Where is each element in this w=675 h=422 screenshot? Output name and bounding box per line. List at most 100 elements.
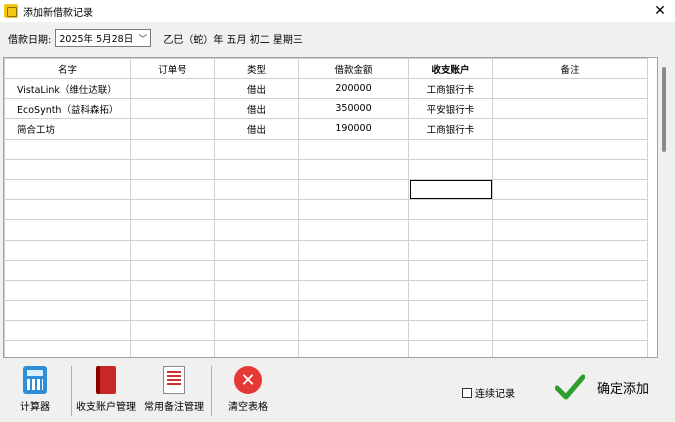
- table-cell[interactable]: [4, 138, 131, 160]
- table-cell[interactable]: [214, 178, 299, 201]
- table-cell[interactable]: [298, 340, 409, 357]
- table-cell[interactable]: [130, 340, 215, 357]
- table-row[interactable]: [4, 219, 648, 241]
- table-row[interactable]: [4, 178, 648, 201]
- table-cell[interactable]: [214, 320, 299, 342]
- column-header[interactable]: 收支账户: [408, 58, 493, 79]
- table-cell[interactable]: [298, 158, 409, 180]
- notes-manage-button[interactable]: 常用备注管理: [144, 366, 204, 413]
- close-button[interactable]: ✕: [645, 0, 675, 22]
- continuous-record-toggle[interactable]: 连续记录: [462, 385, 515, 400]
- column-header[interactable]: 借款金额: [298, 58, 409, 79]
- table-cell[interactable]: [408, 178, 493, 201]
- table-cell[interactable]: [408, 239, 493, 261]
- continuous-record-checkbox[interactable]: [462, 387, 472, 398]
- chevron-down-icon[interactable]: ﹀: [138, 32, 147, 45]
- table-cell[interactable]: [214, 300, 299, 322]
- table-row[interactable]: [4, 138, 648, 160]
- table-cell[interactable]: [130, 300, 215, 322]
- table-cell[interactable]: [298, 219, 409, 241]
- table-row[interactable]: VistaLink（维仕达联） 借出 200000 工商银行卡: [4, 77, 648, 100]
- table-cell[interactable]: [298, 138, 409, 160]
- table-cell[interactable]: [130, 98, 215, 120]
- table-cell[interactable]: [4, 300, 131, 322]
- table-cell[interactable]: 350000: [298, 98, 409, 120]
- table-row[interactable]: [4, 259, 648, 281]
- column-header[interactable]: 订单号: [130, 58, 215, 79]
- table-cell[interactable]: 工商银行卡: [408, 118, 493, 140]
- table-cell[interactable]: [4, 320, 131, 342]
- table-cell[interactable]: [4, 158, 131, 180]
- table-cell[interactable]: [4, 199, 131, 221]
- table-cell[interactable]: [408, 259, 493, 281]
- table-cell[interactable]: [130, 158, 215, 180]
- table-cell[interactable]: 借出: [214, 77, 299, 100]
- table-cell[interactable]: [214, 259, 299, 281]
- table-cell[interactable]: [408, 199, 493, 221]
- table-cell[interactable]: [492, 219, 648, 241]
- table-cell[interactable]: [130, 219, 215, 241]
- table-cell[interactable]: [214, 138, 299, 160]
- table-cell[interactable]: [130, 178, 215, 201]
- table-cell[interactable]: [130, 239, 215, 261]
- table-cell[interactable]: [298, 199, 409, 221]
- table-cell[interactable]: [408, 138, 493, 160]
- table-cell[interactable]: [130, 118, 215, 140]
- table-cell[interactable]: EcoSynth（益科森拓）: [4, 98, 131, 120]
- table-cell[interactable]: [130, 279, 215, 302]
- table-cell[interactable]: [214, 340, 299, 357]
- table-cell[interactable]: [492, 320, 648, 342]
- table-cell[interactable]: [4, 340, 131, 357]
- table-cell[interactable]: [298, 178, 409, 201]
- column-header[interactable]: 名字: [4, 58, 131, 79]
- table-cell[interactable]: [130, 77, 215, 100]
- table-cell[interactable]: 工商银行卡: [408, 77, 493, 100]
- confirm-add-button[interactable]: 确定添加: [555, 372, 649, 402]
- scrollbar-thumb[interactable]: [662, 67, 666, 152]
- accounts-manage-button[interactable]: 收支账户管理: [76, 366, 136, 413]
- table-cell[interactable]: 190000: [298, 118, 409, 140]
- table-cell[interactable]: [492, 77, 648, 100]
- table-cell[interactable]: [492, 259, 648, 281]
- table-cell[interactable]: [408, 300, 493, 322]
- table-cell[interactable]: [492, 118, 648, 140]
- table-cell[interactable]: [492, 178, 648, 201]
- table-cell[interactable]: [214, 279, 299, 302]
- table-cell[interactable]: [408, 279, 493, 302]
- table-cell[interactable]: [298, 239, 409, 261]
- table-cell[interactable]: [408, 158, 493, 180]
- table-cell[interactable]: [298, 259, 409, 281]
- table-row[interactable]: [4, 340, 648, 357]
- table-cell[interactable]: 借出: [214, 118, 299, 140]
- table-cell[interactable]: [492, 138, 648, 160]
- table-row[interactable]: [4, 239, 648, 261]
- table-cell[interactable]: [4, 279, 131, 302]
- table-row[interactable]: [4, 158, 648, 180]
- table-row[interactable]: [4, 320, 648, 342]
- table-row[interactable]: [4, 300, 648, 322]
- table-cell[interactable]: [298, 320, 409, 342]
- table-row[interactable]: EcoSynth（益科森拓） 借出 350000 平安银行卡: [4, 98, 648, 120]
- table-cell[interactable]: [214, 199, 299, 221]
- table-cell[interactable]: [214, 239, 299, 261]
- table-cell[interactable]: [4, 178, 131, 201]
- table-cell[interactable]: [130, 138, 215, 160]
- clear-table-button[interactable]: ✕ 清空表格: [228, 366, 268, 413]
- table-row[interactable]: [4, 279, 648, 302]
- table-cell[interactable]: [408, 219, 493, 241]
- table-cell[interactable]: [492, 300, 648, 322]
- column-header[interactable]: 备注: [492, 58, 648, 79]
- table-cell[interactable]: [130, 199, 215, 221]
- table-cell[interactable]: [130, 259, 215, 281]
- calculator-button[interactable]: 计算器: [20, 366, 50, 413]
- table-cell[interactable]: [492, 239, 648, 261]
- table-cell[interactable]: [4, 259, 131, 281]
- table-cell[interactable]: [298, 279, 409, 302]
- records-grid[interactable]: 名字 订单号 类型 借款金额 收支账户 备注 VistaLink（维仕达联） 借出 20000…: [3, 57, 658, 358]
- table-cell[interactable]: [214, 158, 299, 180]
- table-cell[interactable]: [214, 219, 299, 241]
- table-cell[interactable]: [298, 300, 409, 322]
- table-cell[interactable]: 简合工坊: [4, 118, 131, 140]
- table-cell[interactable]: [492, 279, 648, 302]
- table-cell[interactable]: [492, 199, 648, 221]
